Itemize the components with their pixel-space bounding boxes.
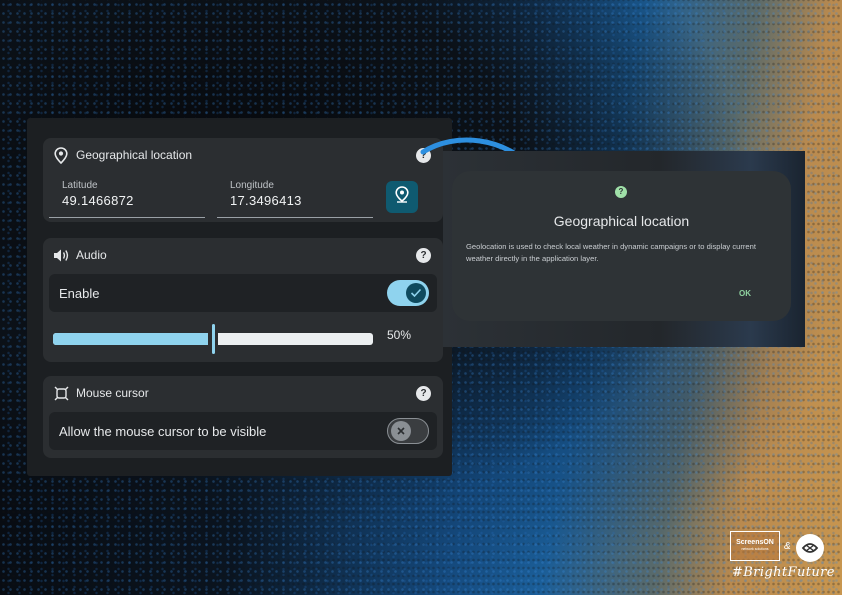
volume-slider-fill <box>53 333 208 345</box>
close-icon <box>391 421 411 441</box>
help-icon[interactable]: ? <box>416 385 431 401</box>
mouse-visible-toggle[interactable] <box>387 418 429 444</box>
latitude-field[interactable]: Latitude 49.1466872 <box>49 180 205 218</box>
help-icon: ? <box>615 186 627 198</box>
info-dialog: ? Geographical location Geolocation is u… <box>452 171 791 321</box>
mouse-card-title: Mouse cursor <box>76 386 149 400</box>
geo-card-header: Geographical location ? <box>43 138 443 172</box>
logo-ampersand: & <box>784 541 791 552</box>
hashtag: #BrightFuture <box>732 565 835 580</box>
volume-value: 50% <box>387 328 412 342</box>
dialog-title: Geographical location <box>553 213 690 229</box>
dialog-ok-button[interactable]: OK <box>739 289 751 298</box>
longitude-label: Longitude <box>230 180 274 191</box>
dialog-body: Geolocation is used to check local weath… <box>466 242 756 263</box>
help-icon[interactable]: ? <box>416 247 431 263</box>
longitude-value[interactable]: 17.3496413 <box>230 193 302 208</box>
audio-card-header: Audio ? <box>43 238 443 272</box>
mouse-cursor-icon <box>52 384 70 402</box>
geo-card-title: Geographical location <box>76 148 193 162</box>
audio-card: Audio ? Enable 50% <box>43 238 443 362</box>
volume-slider-thumb[interactable] <box>212 324 215 354</box>
my-location-icon <box>395 186 409 208</box>
check-icon <box>406 283 426 303</box>
dialog-screenshot: ? Geographical location Geolocation is u… <box>443 151 805 347</box>
latitude-value[interactable]: 49.1466872 <box>62 193 134 208</box>
audio-enable-row: Enable <box>49 274 437 312</box>
mouse-card-header: Mouse cursor ? <box>43 376 443 410</box>
logo-line2: network solutions <box>741 547 769 551</box>
logo-line1: ScreensON <box>736 539 774 546</box>
speaker-icon <box>52 246 70 264</box>
mouse-cursor-card: Mouse cursor ? Allow the mouse cursor to… <box>43 376 443 458</box>
screenson-logo: ScreensON network solutions <box>730 531 780 561</box>
location-pin-icon <box>52 146 70 164</box>
geo-location-card: Geographical location ? Latitude 49.1466… <box>43 138 443 222</box>
partner-logo-icon <box>796 534 824 562</box>
volume-slider[interactable] <box>53 324 373 354</box>
longitude-field[interactable]: Longitude 17.3496413 <box>217 180 373 218</box>
audio-enable-toggle[interactable] <box>387 280 429 306</box>
audio-card-title: Audio <box>76 248 107 262</box>
mouse-visible-label: Allow the mouse cursor to be visible <box>59 423 267 439</box>
audio-enable-label: Enable <box>59 285 100 301</box>
detect-location-button[interactable] <box>386 181 418 213</box>
settings-panel: Geographical location ? Latitude 49.1466… <box>27 118 452 476</box>
mouse-visible-row: Allow the mouse cursor to be visible <box>49 412 437 450</box>
latitude-label: Latitude <box>62 180 98 191</box>
